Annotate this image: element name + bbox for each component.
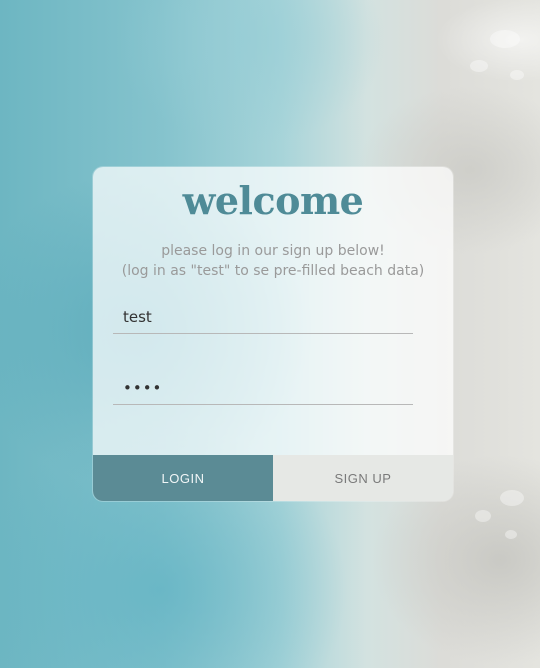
instructions-line-1: please log in our sign up below!: [161, 243, 385, 259]
auth-buttons: LOGIN SIGN UP: [93, 455, 453, 501]
username-input[interactable]: [113, 300, 413, 334]
welcome-title: welcome: [182, 178, 364, 223]
signup-button[interactable]: SIGN UP: [273, 455, 453, 501]
login-card: welcome please log in our sign up below!…: [93, 167, 453, 501]
foam-bubble: [490, 30, 520, 48]
instructions-text: please log in our sign up below! (log in…: [93, 241, 453, 281]
foam-bubble: [500, 490, 524, 506]
foam-bubble: [505, 530, 517, 539]
foam-bubble: [510, 70, 524, 80]
instructions-line-2: (log in as "test" to se pre-filled beach…: [121, 263, 425, 279]
password-input[interactable]: [113, 371, 413, 405]
foam-bubble: [470, 60, 488, 72]
login-button[interactable]: LOGIN: [93, 455, 273, 501]
foam-bubble: [475, 510, 491, 522]
